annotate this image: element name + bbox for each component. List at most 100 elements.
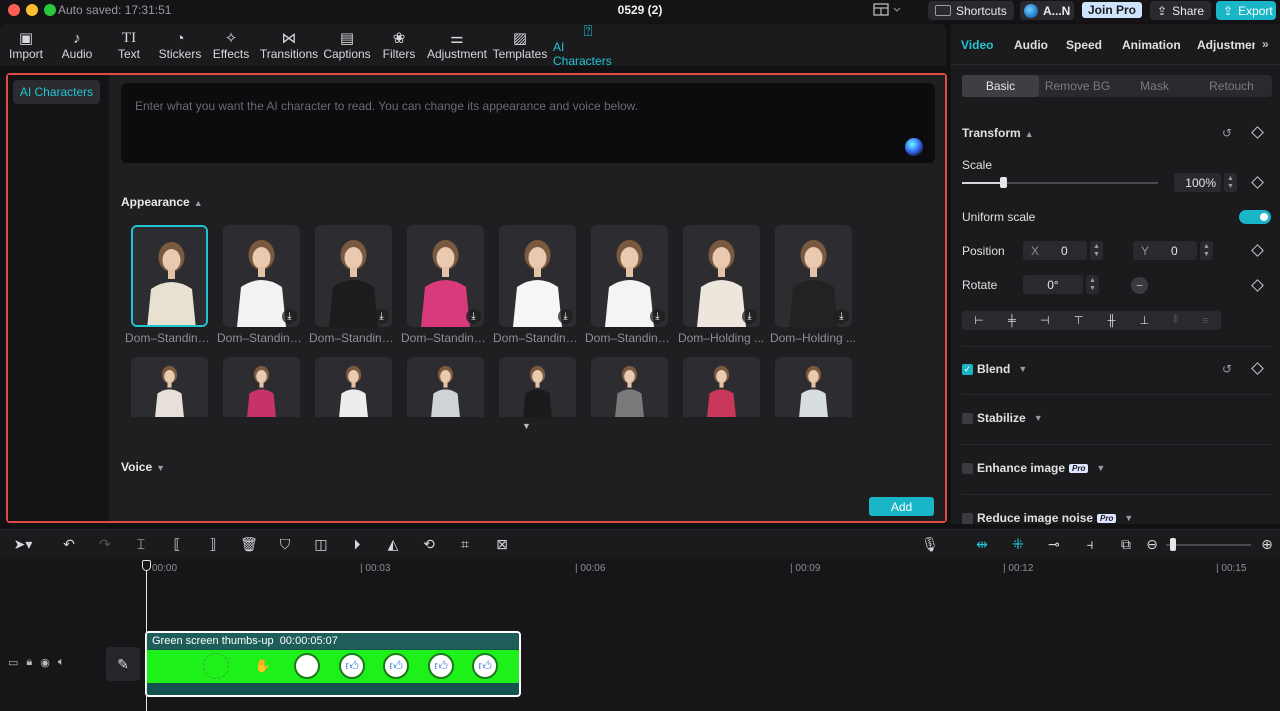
rotate-value-field[interactable]: 0° (1023, 275, 1083, 294)
reduce-noise-checkbox[interactable] (962, 512, 973, 524)
position-y-stepper-icon[interactable]: ▲ ▼ (1200, 241, 1213, 260)
split-icon[interactable]: ⌶ (132, 535, 150, 553)
tool-transitions[interactable]: ⋈ Transitions (260, 24, 318, 66)
avatar-card[interactable] (683, 357, 760, 417)
transform-section-toggle[interactable]: Transform ▲ (962, 126, 1034, 140)
join-pro-button[interactable]: Join Pro (1082, 2, 1143, 18)
tool-templates[interactable]: ▨ Templates (492, 24, 548, 66)
tool-audio[interactable]: ♪ Audio (58, 24, 96, 66)
pro-feature-icon[interactable]: ⊠ (492, 535, 512, 553)
microphone-icon[interactable]: 🎙︎ (921, 535, 939, 553)
tool-ai-characters[interactable]: ⍰ AI Characters (553, 23, 623, 68)
mirror-icon[interactable]: ◭ (384, 535, 402, 553)
segment-mask[interactable]: Mask (1116, 75, 1193, 97)
tab-speed[interactable]: Speed (1066, 38, 1102, 52)
avatar-card[interactable] (315, 357, 392, 417)
reset-icon[interactable]: ↺ (1222, 126, 1232, 140)
tab-video[interactable]: Video (961, 38, 993, 52)
avatar-card[interactable] (223, 357, 300, 417)
zoom-in-icon[interactable]: ⊕ (1259, 535, 1275, 553)
window-close-button[interactable] (8, 4, 20, 16)
stabilize-checkbox[interactable] (962, 412, 973, 424)
uniform-scale-toggle[interactable] (1239, 210, 1271, 224)
expand-more-icon[interactable]: ▼ (522, 421, 531, 431)
align-top-icon[interactable]: ⊤ (1074, 314, 1084, 327)
download-icon[interactable]: ⤓ (466, 309, 481, 324)
avatar-card[interactable]: ⤓ (683, 225, 760, 327)
shield-icon[interactable]: ⛉ (276, 535, 294, 553)
avatar-card[interactable]: ⤓ (315, 225, 392, 327)
layout-menu-button[interactable] (873, 3, 903, 19)
position-x-stepper-icon[interactable]: ▲ ▼ (1090, 241, 1103, 260)
position-y-field[interactable]: Y 0 (1133, 241, 1197, 260)
thumbnail-icon[interactable]: ⧉ (1114, 535, 1138, 553)
download-icon[interactable]: ⤓ (558, 309, 573, 324)
speaker-icon[interactable]: 🔈︎ (58, 656, 65, 669)
tool-stickers[interactable]: ◔ Stickers (158, 24, 202, 66)
reduce-noise-section-toggle[interactable]: Reduce image noise Pro ▼ (962, 511, 1133, 525)
enhance-image-checkbox[interactable] (962, 462, 973, 474)
stabilize-section-toggle[interactable]: Stabilize ▼ (962, 411, 1043, 425)
avatar-card[interactable]: ⤓ (499, 225, 576, 327)
rotate-icon[interactable]: ⟲ (420, 535, 438, 553)
tool-captions[interactable]: ▤ Captions (323, 24, 371, 66)
playhead-handle[interactable] (142, 560, 151, 571)
window-minimize-button[interactable] (26, 4, 38, 16)
download-icon[interactable]: ⤓ (834, 309, 849, 324)
scale-stepper-icon[interactable]: ▲ ▼ (1224, 173, 1237, 192)
playhead[interactable] (146, 561, 147, 711)
scale-value-field[interactable]: 100% (1174, 173, 1221, 192)
avatar-card[interactable] (591, 357, 668, 417)
freeze-icon[interactable]: ◫ (312, 535, 330, 553)
eye-icon[interactable]: ◉ (40, 656, 50, 669)
tool-adjustment[interactable]: ⚌ Adjustment (427, 24, 487, 66)
play-circle-icon[interactable]: ⏵ (348, 535, 366, 553)
segment-retouch[interactable]: Retouch (1193, 75, 1270, 97)
auto-snap-icon[interactable]: ⁜ (1006, 535, 1030, 553)
avatar-card[interactable]: ⤓ (775, 225, 852, 327)
voice-section-toggle[interactable]: Voice ▼ (121, 460, 165, 474)
avatar-card[interactable] (775, 357, 852, 417)
rotate-stepper-icon[interactable]: ▲ ▼ (1086, 275, 1099, 294)
enhance-image-section-toggle[interactable]: Enhance image Pro ▼ (962, 461, 1105, 475)
avatar-card[interactable] (131, 225, 208, 327)
track-cover-icon[interactable]: ▭ (8, 656, 18, 669)
rotate-knob[interactable]: – (1131, 277, 1148, 294)
segment-remove-bg[interactable]: Remove BG (1039, 75, 1116, 97)
delete-icon[interactable]: 🗑︎ (240, 535, 258, 553)
zoom-slider-thumb[interactable] (1170, 538, 1176, 551)
tab-animation[interactable]: Animation (1122, 38, 1181, 52)
download-icon[interactable]: ⤓ (742, 309, 757, 324)
avatar-card[interactable] (407, 357, 484, 417)
avatar-card[interactable]: ⤓ (223, 225, 300, 327)
zoom-out-icon[interactable]: ⊖ (1144, 535, 1160, 553)
avatar-card[interactable] (499, 357, 576, 417)
script-input[interactable]: Enter what you want the AI character to … (121, 83, 935, 163)
select-tool-icon[interactable]: ➤▾ (8, 535, 38, 553)
tab-audio[interactable]: Audio (1014, 38, 1048, 52)
tool-effects[interactable]: ✧ Effects (212, 24, 250, 66)
reset-icon[interactable]: ↺ (1222, 362, 1232, 376)
split-right-icon[interactable]: ⟧ (204, 535, 222, 553)
shortcuts-button[interactable]: Shortcuts (928, 1, 1014, 20)
link-icon[interactable]: ⊸ (1042, 535, 1066, 553)
undo-icon[interactable]: ↶ (60, 535, 78, 553)
preview-axis-icon[interactable]: ⫞ (1078, 535, 1102, 553)
segment-basic[interactable]: Basic (962, 75, 1039, 97)
tabs-more-icon[interactable]: » (1262, 37, 1269, 51)
align-right-icon[interactable]: ⊣ (1040, 314, 1050, 327)
tool-text[interactable]: TI Text (113, 24, 145, 66)
align-left-icon[interactable]: ⊢ (974, 314, 984, 327)
nav-item-ai-characters[interactable]: AI Characters (13, 80, 100, 104)
account-button[interactable]: A...N (1020, 1, 1075, 20)
share-button[interactable]: ⇪ Share (1150, 1, 1212, 20)
timeline-clip[interactable]: Green screen thumbs-up 00:00:05:07 ✋ 👍︎ … (145, 631, 521, 697)
tab-adjustment[interactable]: Adjustmen (1197, 38, 1255, 52)
zoom-slider-track[interactable] (1166, 544, 1251, 546)
timeline-ruler[interactable] (146, 559, 1280, 577)
edit-cover-button[interactable]: ✎ (106, 647, 140, 681)
add-button[interactable]: Add (869, 497, 934, 516)
tool-import[interactable]: ▣ Import (6, 24, 46, 66)
blend-section-toggle[interactable]: ✓ Blend ▼ (962, 362, 1027, 376)
main-track-magnet-icon[interactable]: ⇹ (970, 535, 994, 553)
